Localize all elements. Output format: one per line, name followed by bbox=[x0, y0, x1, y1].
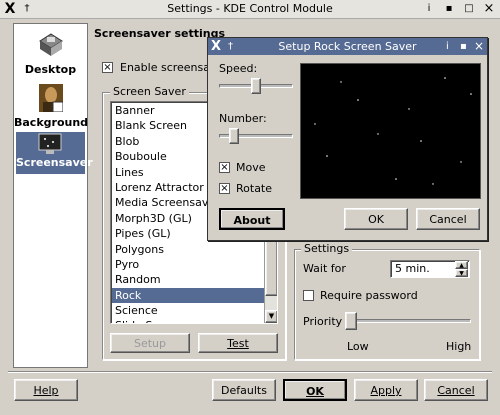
close-icon[interactable]: × bbox=[474, 38, 484, 55]
help-button[interactable]: Help bbox=[14, 379, 78, 401]
enable-screensaver-checkbox[interactable]: × bbox=[102, 62, 113, 73]
ok-button[interactable]: OK bbox=[283, 379, 347, 401]
info-icon[interactable]: i bbox=[422, 0, 436, 18]
number-slider-handle[interactable] bbox=[229, 128, 239, 144]
dialog-cancel-button[interactable]: Cancel bbox=[416, 208, 480, 230]
test-button-label: Test bbox=[227, 337, 249, 350]
sidebar-item-desktop[interactable]: Desktop bbox=[14, 30, 87, 80]
minimize-icon[interactable]: ▪ bbox=[460, 38, 467, 55]
desktop-icon bbox=[38, 32, 64, 58]
speed-slider[interactable] bbox=[219, 78, 293, 98]
minimize-icon[interactable]: ▪ bbox=[442, 0, 456, 18]
list-item[interactable]: Polygons bbox=[112, 242, 264, 257]
wait-for-spinbox[interactable]: 5 min. ▲ ▼ bbox=[390, 260, 470, 278]
sidebar-item-label: Screensaver bbox=[16, 156, 93, 169]
priority-low-label: Low bbox=[347, 340, 369, 353]
settings-group-title: Settings bbox=[301, 242, 353, 255]
spin-down-icon[interactable]: ▼ bbox=[455, 269, 468, 277]
wait-for-value: 5 min. bbox=[395, 262, 430, 275]
sidebar-item-screensaver[interactable]: Screensaver bbox=[16, 132, 93, 174]
spin-up-icon[interactable]: ▲ bbox=[455, 261, 468, 269]
preview-area bbox=[300, 63, 481, 199]
list-item[interactable]: Science bbox=[112, 303, 264, 318]
list-item[interactable]: Slide Screen bbox=[112, 318, 264, 323]
require-password-label: Require password bbox=[320, 289, 418, 302]
defaults-button[interactable]: Defaults bbox=[212, 379, 276, 401]
help-button-label: Help bbox=[33, 384, 59, 397]
speed-slider-handle[interactable] bbox=[251, 78, 261, 94]
footer-divider bbox=[8, 371, 492, 373]
rotate-label: Rotate bbox=[236, 182, 273, 195]
dialog-cancel-button-label: Cancel bbox=[429, 213, 467, 226]
info-icon[interactable]: i bbox=[446, 38, 449, 55]
apply-button[interactable]: Apply bbox=[354, 379, 418, 401]
number-label: Number: bbox=[219, 112, 267, 125]
test-button[interactable]: Test bbox=[198, 333, 278, 353]
background-icon bbox=[39, 84, 64, 113]
move-label: Move bbox=[236, 161, 266, 174]
apply-button-label: Apply bbox=[370, 384, 402, 397]
about-button[interactable]: About bbox=[219, 208, 285, 230]
page-title: Screensaver settings bbox=[94, 27, 226, 40]
check-mark-icon: × bbox=[103, 62, 112, 73]
dialog-ok-button-label: OK bbox=[368, 213, 384, 226]
speed-label: Speed: bbox=[219, 62, 258, 75]
sidebar-item-background[interactable]: Background bbox=[14, 82, 89, 132]
list-item[interactable]: Pyro bbox=[112, 257, 264, 272]
screensaver-icon bbox=[38, 133, 62, 155]
ok-button-label: OK bbox=[306, 385, 324, 398]
sidebar-item-label: Background bbox=[14, 116, 89, 129]
screensaver-group-title: Screen Saver bbox=[110, 85, 189, 98]
number-slider[interactable] bbox=[219, 128, 293, 148]
cancel-button-label: Cancel bbox=[437, 384, 475, 397]
setup-button[interactable]: Setup bbox=[110, 333, 190, 353]
wait-for-label: Wait for bbox=[303, 262, 346, 275]
list-item[interactable]: Random bbox=[112, 272, 264, 287]
rotate-checkbox[interactable]: × bbox=[219, 183, 230, 194]
sidebar: Desktop Background Screensaver bbox=[13, 23, 93, 368]
preview-stars bbox=[314, 77, 472, 185]
priority-slider-handle[interactable] bbox=[345, 312, 357, 330]
priority-high-label: High bbox=[446, 340, 472, 353]
list-item[interactable]: Rock bbox=[112, 287, 264, 304]
check-mark-icon: × bbox=[220, 183, 229, 194]
maximize-icon[interactable]: □ bbox=[462, 0, 476, 18]
setup-button-label: Setup bbox=[133, 337, 167, 350]
defaults-button-label: Defaults bbox=[221, 384, 267, 397]
setup-dialog: X † Setup Rock Screen Saver i ▪ × Speed:… bbox=[207, 37, 488, 241]
require-password-checkbox[interactable] bbox=[303, 290, 314, 301]
cancel-button[interactable]: Cancel bbox=[424, 379, 488, 401]
dialog-titlebar[interactable]: X † Setup Rock Screen Saver i ▪ × bbox=[208, 38, 487, 55]
about-button-label: About bbox=[233, 214, 271, 227]
priority-label: Priority bbox=[303, 315, 343, 328]
sidebar-item-label: Desktop bbox=[24, 63, 77, 76]
dialog-ok-button[interactable]: OK bbox=[344, 208, 408, 230]
window-titlebar[interactable]: X † Settings - KDE Control Module i ▪ □ … bbox=[0, 0, 500, 19]
move-checkbox[interactable]: × bbox=[219, 162, 230, 173]
check-mark-icon: × bbox=[220, 162, 229, 173]
priority-slider[interactable] bbox=[345, 310, 471, 332]
priority-slider-groove bbox=[345, 319, 471, 323]
close-icon[interactable]: × bbox=[482, 0, 496, 18]
scroll-down-arrow-icon[interactable]: ▼ bbox=[265, 310, 277, 323]
